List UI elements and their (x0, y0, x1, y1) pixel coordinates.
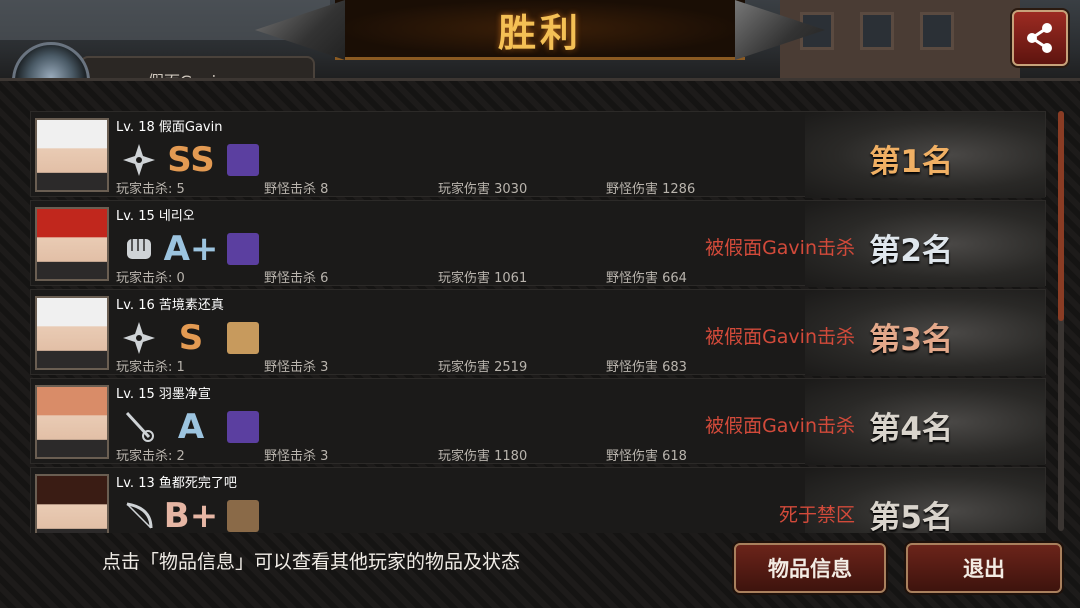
player-avatar[interactable] (35, 296, 109, 370)
page-title: 胜利 (497, 11, 582, 55)
results-panel: Lv. 18 假面Gavin SS 玩家击杀: 5 野怪击杀 8 玩家伤害 30… (0, 78, 1080, 608)
scrollbar[interactable] (1058, 111, 1064, 531)
player-damage: 玩家伤害 1061 (438, 271, 528, 286)
scroll-thumb[interactable] (1058, 111, 1064, 321)
monster-damage: 野怪伤害 664 (606, 271, 687, 286)
monster-damage: 野怪伤害 618 (606, 449, 687, 464)
grade-badge: A+ (163, 229, 219, 269)
player-kills: 玩家击杀: 2 (116, 449, 185, 464)
player-kills: 玩家击杀: 1 (116, 360, 185, 375)
rank-label: 第4名 (869, 411, 953, 447)
monster-damage: 野怪伤害 1286 (606, 182, 696, 197)
ranking-row[interactable]: Lv. 18 假面Gavin SS 玩家击杀: 5 野怪击杀 8 玩家伤害 30… (30, 111, 1046, 198)
grade-badge: S (178, 318, 204, 358)
death-cause: 被假面Gavin击杀 (705, 237, 855, 259)
ranking-list[interactable]: Lv. 18 假面Gavin SS 玩家击杀: 5 野怪击杀 8 玩家伤害 30… (30, 111, 1050, 533)
death-cause: 死于禁区 (778, 504, 855, 526)
grade-badge: A (177, 407, 205, 447)
share-icon (1027, 23, 1052, 53)
player-avatar[interactable] (35, 474, 109, 533)
grade-badge: SS (167, 140, 215, 180)
player-avatar[interactable] (35, 118, 109, 192)
player-avatar[interactable] (35, 207, 109, 281)
grade-badge: B+ (163, 496, 219, 533)
player-damage: 玩家伤害 3030 (438, 182, 528, 197)
rapier-icon (119, 407, 159, 447)
exit-button[interactable]: 退出 (906, 543, 1062, 593)
level-and-name: Lv. 15 羽墨净宣 (116, 387, 211, 402)
fist-icon (119, 229, 159, 269)
map-scroll-icon[interactable] (227, 322, 259, 354)
purple-wolf-icon[interactable] (227, 233, 259, 265)
rank-label: 第3名 (869, 322, 953, 358)
death-cause: 被假面Gavin击杀 (705, 415, 855, 437)
level-and-name: Lv. 18 假面Gavin (116, 120, 223, 135)
level-and-name: Lv. 13 鱼都死完了吧 (116, 476, 237, 491)
rank-label: 第5名 (869, 500, 953, 533)
title-banner: 胜利 (335, 0, 745, 60)
crossed-blades-icon[interactable] (227, 500, 259, 532)
shuriken-icon (119, 318, 159, 358)
monster-kills: 野怪击杀 6 (264, 271, 329, 286)
ranking-row[interactable]: Lv. 16 苦境素还真 S 玩家击杀: 1 野怪击杀 3 玩家伤害 2519 … (30, 289, 1046, 376)
hint-text: 点击「物品信息」可以查看其他玩家的物品及状态 (102, 551, 521, 573)
level-and-name: Lv. 15 네리오 (116, 209, 195, 224)
player-kills: 玩家击杀: 0 (116, 271, 185, 286)
monster-kills: 野怪击杀 8 (264, 182, 329, 197)
level-and-name: Lv. 16 苦境素还真 (116, 298, 224, 313)
player-avatar[interactable] (35, 385, 109, 459)
player-damage: 玩家伤害 1180 (438, 449, 528, 464)
rank-label: 第2名 (869, 233, 953, 269)
ranking-row[interactable]: Lv. 13 鱼都死完了吧 B+ 死于禁区 第5名 (30, 467, 1046, 533)
purple-wolf-icon[interactable] (227, 144, 259, 176)
building (780, 0, 1020, 80)
monster-damage: 野怪伤害 683 (606, 360, 687, 375)
monster-kills: 野怪击杀 3 (264, 360, 329, 375)
ranking-row[interactable]: Lv. 15 羽墨净宣 A 玩家击杀: 2 野怪击杀 3 玩家伤害 1180 野… (30, 378, 1046, 465)
player-damage: 玩家伤害 2519 (438, 360, 528, 375)
bow-icon (119, 496, 159, 533)
death-cause: 被假面Gavin击杀 (705, 326, 855, 348)
monster-kills: 野怪击杀 3 (264, 449, 329, 464)
share-button[interactable] (1012, 10, 1068, 66)
shuriken-icon (119, 140, 159, 180)
ranking-row[interactable]: Lv. 15 네리오 A+ 玩家击杀: 0 野怪击杀 6 玩家伤害 1061 野… (30, 200, 1046, 287)
player-kills: 玩家击杀: 5 (116, 182, 185, 197)
rank-label: 第1名 (869, 144, 953, 180)
item-info-button[interactable]: 物品信息 (734, 543, 886, 593)
purple-wolf-icon[interactable] (227, 411, 259, 443)
